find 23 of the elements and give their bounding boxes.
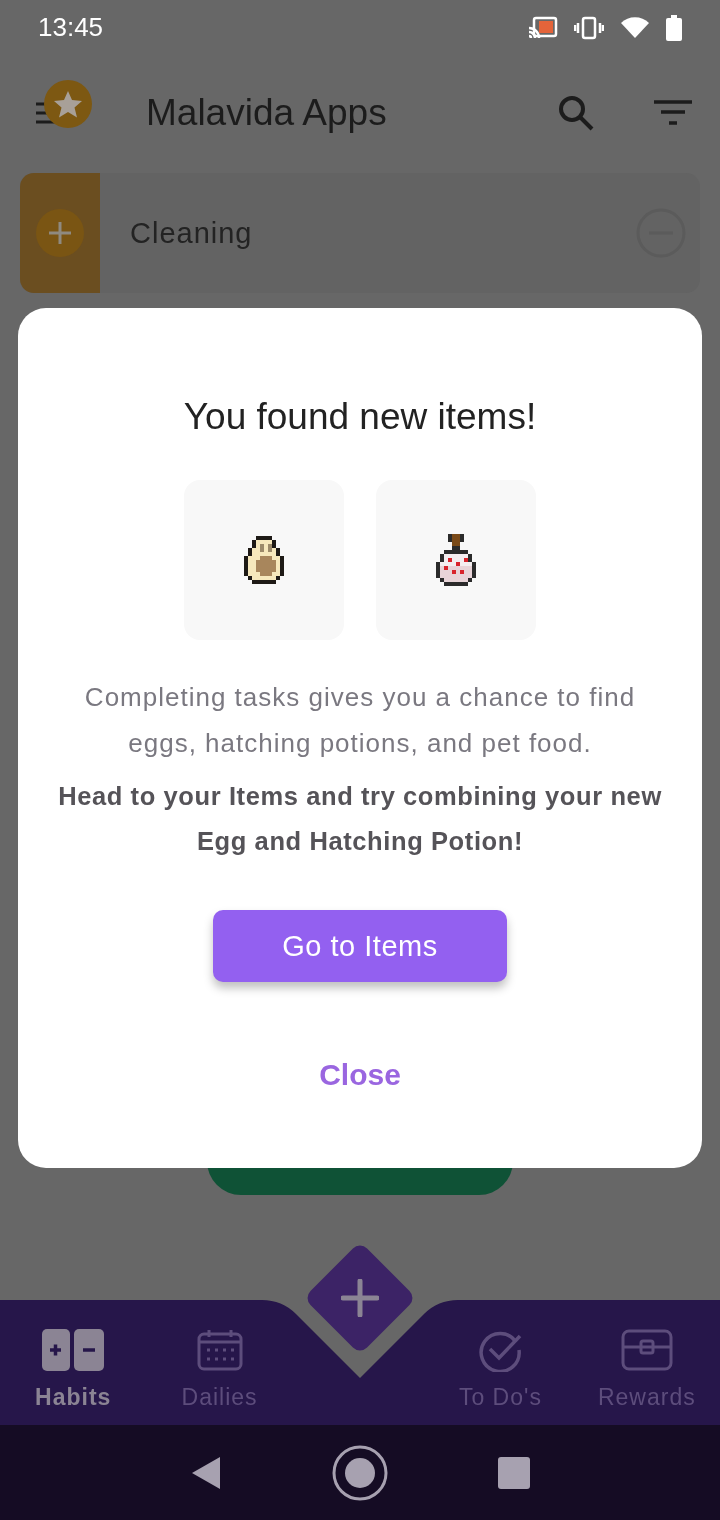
filter-icon[interactable] (654, 99, 692, 126)
app-title: Malavida Apps (146, 91, 388, 134)
plus-minus-icon (42, 1328, 105, 1372)
chest-icon (620, 1328, 673, 1372)
wifi-icon (620, 15, 650, 40)
close-button[interactable]: Close (309, 1054, 411, 1096)
cast-icon (528, 15, 558, 40)
habit-title: Cleaning (129, 216, 254, 250)
dialog-description: Completing tasks gives you a chance to find eggs, hatching potions, and pet food. (83, 681, 637, 760)
go-to-items-button[interactable]: Go to Items (213, 910, 507, 982)
add-button[interactable] (306, 1244, 414, 1352)
battery-icon (666, 14, 682, 41)
search-icon[interactable] (558, 94, 594, 131)
clock: 13:45 (38, 12, 105, 43)
home-icon[interactable] (332, 1444, 388, 1501)
plus-icon (341, 1279, 379, 1317)
recents-icon[interactable] (498, 1456, 530, 1489)
calendar-icon (196, 1328, 243, 1372)
dialog-title: You found new items! (183, 396, 537, 438)
vibrate-icon (574, 15, 604, 40)
nav-tab[interactable]: Habits (0, 1300, 147, 1425)
back-icon[interactable] (190, 1455, 222, 1490)
dialog-hint: Head to your Items and try combining your new Egg and Hatching Potion! (58, 781, 662, 857)
